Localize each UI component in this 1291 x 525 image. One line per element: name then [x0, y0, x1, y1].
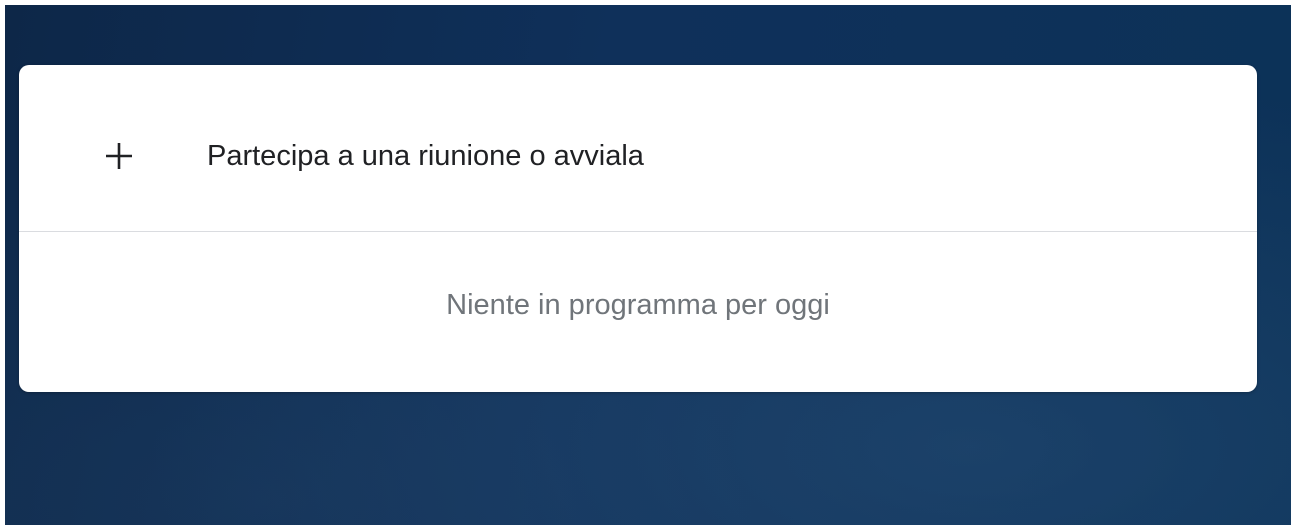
plus-icon: [104, 141, 134, 171]
join-or-start-meeting-button[interactable]: Partecipa a una riunione o avviala: [19, 65, 1257, 231]
empty-schedule-panel: Niente in programma per oggi: [19, 232, 1257, 392]
empty-schedule-message: Niente in programma per oggi: [446, 289, 830, 321]
join-meeting-label: Partecipa a una riunione o avviala: [207, 140, 644, 172]
meetings-card: Partecipa a una riunione o avviala Nient…: [19, 65, 1257, 392]
